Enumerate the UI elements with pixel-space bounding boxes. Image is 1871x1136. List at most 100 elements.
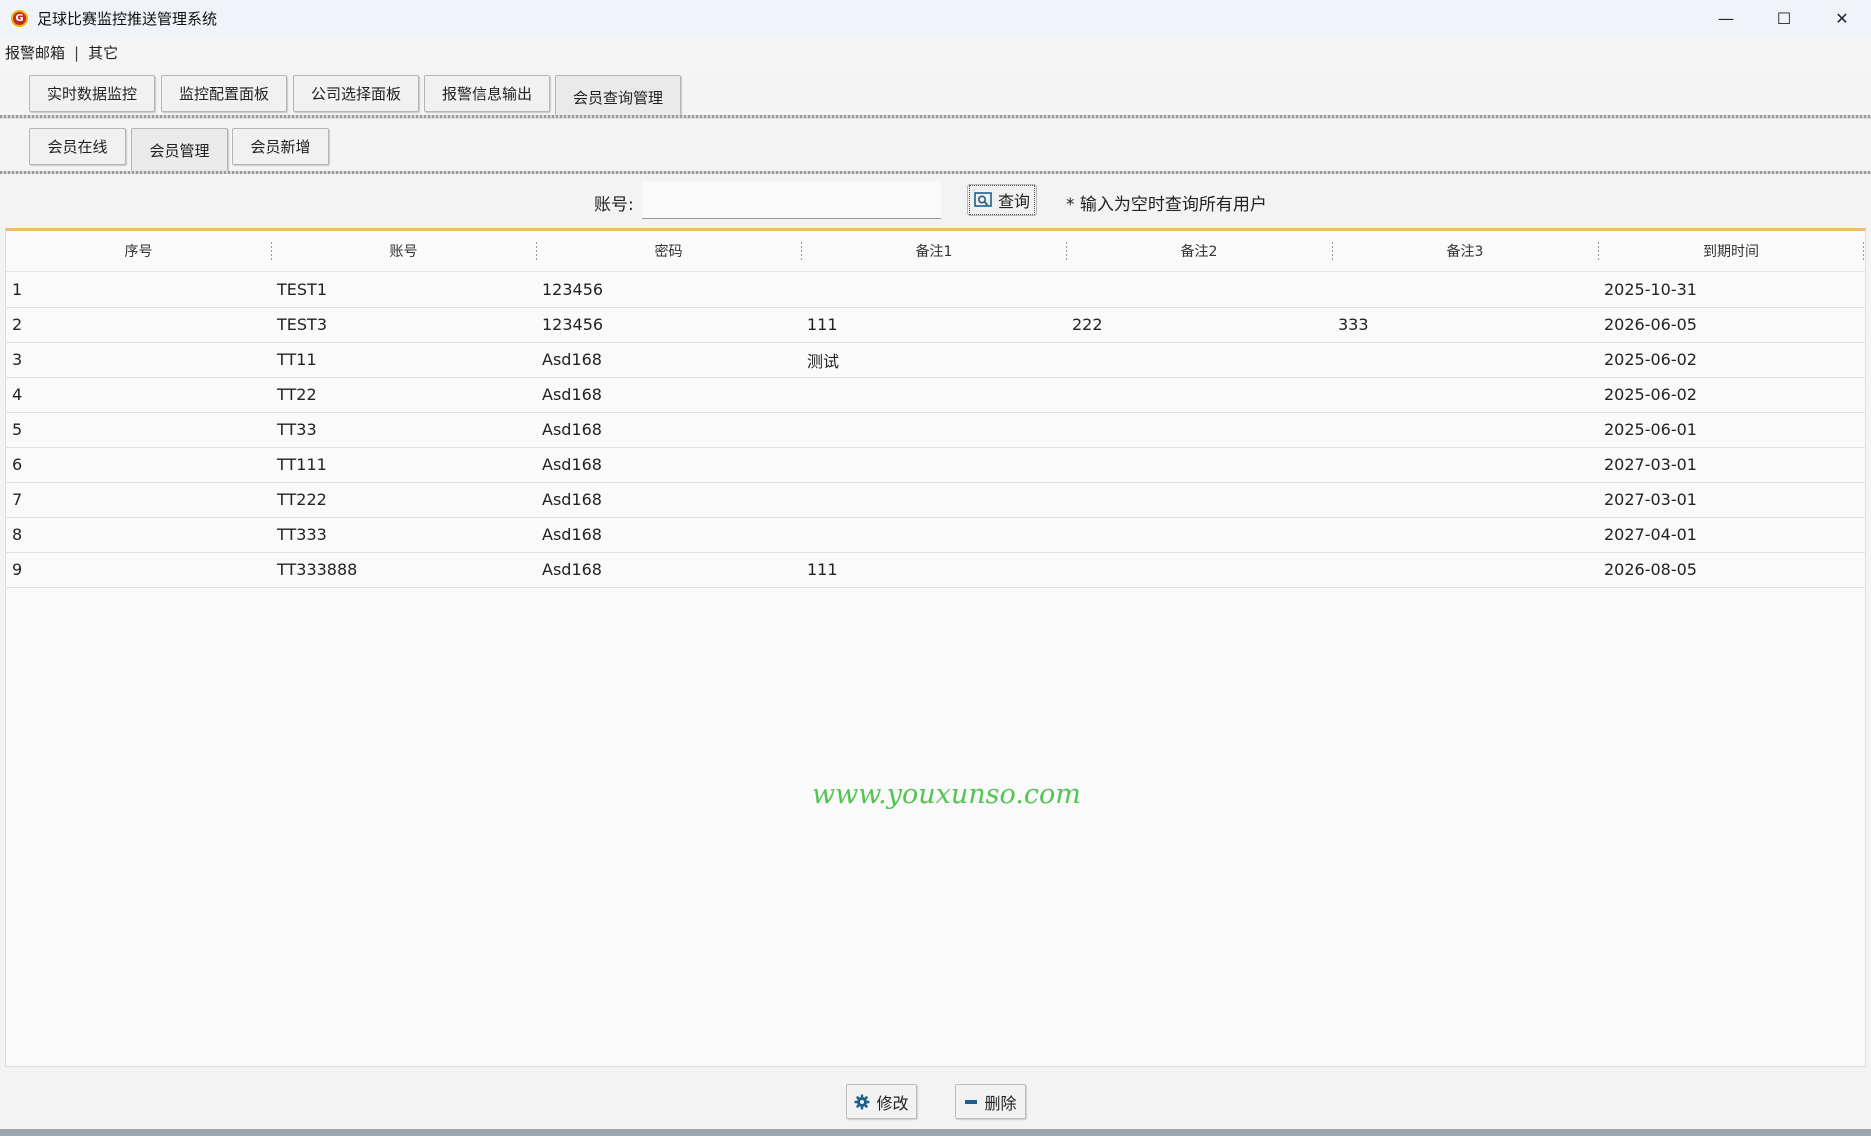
cell-remark2[interactable] <box>1066 517 1332 552</box>
table-row[interactable]: 2 TEST3 123456 111 222 333 2026-06-05 <box>6 307 1865 343</box>
delete-button[interactable]: 删除 <box>955 1084 1026 1119</box>
cell-remark3[interactable] <box>1332 552 1598 587</box>
col-header-expiry[interactable]: 到期时间 <box>1598 231 1864 271</box>
cell-index[interactable]: 2 <box>6 307 271 342</box>
cell-remark1[interactable] <box>801 412 1066 447</box>
cell-index[interactable]: 4 <box>6 377 271 412</box>
cell-remark1[interactable] <box>801 377 1066 412</box>
cell-expiry[interactable]: 2027-03-01 <box>1598 482 1864 517</box>
cell-account[interactable]: TEST1 <box>271 272 536 307</box>
search-row: 账号: 查询 * 输入为空时查询所有用户 <box>0 178 1871 226</box>
cell-expiry[interactable]: 2025-06-02 <box>1598 342 1864 377</box>
col-header-index[interactable]: 序号 <box>6 231 271 271</box>
cell-remark3[interactable] <box>1332 412 1598 447</box>
col-header-account[interactable]: 账号 <box>271 231 536 271</box>
col-header-password[interactable]: 密码 <box>536 231 801 271</box>
table-row[interactable]: 1 TEST1 123456 2025-10-31 <box>6 272 1865 308</box>
cell-remark3[interactable]: 333 <box>1332 307 1598 342</box>
cell-remark1[interactable]: 111 <box>801 307 1066 342</box>
table-row[interactable]: 9 TT333888 Asd168 111 2026-08-05 <box>6 552 1865 588</box>
cell-remark2[interactable] <box>1066 447 1332 482</box>
edit-button[interactable]: 修改 <box>846 1084 917 1119</box>
cell-remark3[interactable] <box>1332 482 1598 517</box>
cell-password[interactable]: Asd168 <box>536 342 801 377</box>
query-button[interactable]: 查询 <box>967 184 1037 216</box>
table-row[interactable]: 7 TT222 Asd168 2027-03-01 <box>6 482 1865 518</box>
table-row[interactable]: 6 TT111 Asd168 2027-03-01 <box>6 447 1865 483</box>
cell-remark2[interactable] <box>1066 272 1332 307</box>
cell-remark3[interactable] <box>1332 377 1598 412</box>
cell-remark2[interactable] <box>1066 377 1332 412</box>
cell-expiry[interactable]: 2025-06-01 <box>1598 412 1864 447</box>
cell-remark3[interactable] <box>1332 447 1598 482</box>
cell-password[interactable]: Asd168 <box>536 447 801 482</box>
cell-account[interactable]: TT11 <box>271 342 536 377</box>
cell-password[interactable]: Asd168 <box>536 517 801 552</box>
cell-remark1[interactable] <box>801 517 1066 552</box>
tab-member-query[interactable]: 会员查询管理 <box>555 75 681 119</box>
taskbar-strip <box>0 1129 1871 1136</box>
account-search-input[interactable] <box>642 181 941 219</box>
cell-account[interactable]: TT333888 <box>271 552 536 587</box>
minimize-icon[interactable]: — <box>1697 0 1755 37</box>
cell-remark2[interactable] <box>1066 482 1332 517</box>
col-header-remark2[interactable]: 备注2 <box>1066 231 1332 271</box>
table-row[interactable]: 8 TT333 Asd168 2027-04-01 <box>6 517 1865 553</box>
cell-index[interactable]: 3 <box>6 342 271 377</box>
col-header-remark1[interactable]: 备注1 <box>801 231 1067 271</box>
cell-remark1[interactable] <box>801 447 1066 482</box>
cell-index[interactable]: 7 <box>6 482 271 517</box>
cell-password[interactable]: 123456 <box>536 272 801 307</box>
cell-remark1[interactable]: 测试 <box>801 342 1066 377</box>
cell-remark3[interactable] <box>1332 272 1598 307</box>
cell-remark1[interactable]: 111 <box>801 552 1066 587</box>
cell-expiry[interactable]: 2027-03-01 <box>1598 447 1864 482</box>
cell-password[interactable]: Asd168 <box>536 552 801 587</box>
cell-password[interactable]: Asd168 <box>536 412 801 447</box>
cell-expiry[interactable]: 2025-06-02 <box>1598 377 1864 412</box>
cell-expiry[interactable]: 2026-08-05 <box>1598 552 1864 587</box>
cell-index[interactable]: 1 <box>6 272 271 307</box>
tab-company-select[interactable]: 公司选择面板 <box>293 75 419 112</box>
cell-password[interactable]: 123456 <box>536 307 801 342</box>
maximize-icon[interactable]: ☐ <box>1755 0 1813 37</box>
cell-remark2[interactable] <box>1066 342 1332 377</box>
cell-remark1[interactable] <box>801 272 1066 307</box>
tab-member-manage[interactable]: 会员管理 <box>131 128 228 172</box>
cell-expiry[interactable]: 2026-06-05 <box>1598 307 1864 342</box>
cell-account[interactable]: TT22 <box>271 377 536 412</box>
col-separator[interactable] <box>1863 242 1864 260</box>
table-row[interactable]: 4 TT22 Asd168 2025-06-02 <box>6 377 1865 413</box>
cell-account[interactable]: TEST3 <box>271 307 536 342</box>
cell-password[interactable]: Asd168 <box>536 377 801 412</box>
menu-alert-mailbox[interactable]: 报警邮箱 <box>0 42 70 63</box>
cell-account[interactable]: TT333 <box>271 517 536 552</box>
tab-realtime-monitor[interactable]: 实时数据监控 <box>29 75 155 112</box>
cell-account[interactable]: TT111 <box>271 447 536 482</box>
cell-index[interactable]: 8 <box>6 517 271 552</box>
cell-remark3[interactable] <box>1332 342 1598 377</box>
tab-member-add[interactable]: 会员新增 <box>232 128 329 165</box>
cell-remark3[interactable] <box>1332 517 1598 552</box>
cell-account[interactable]: TT222 <box>271 482 536 517</box>
col-header-remark3[interactable]: 备注3 <box>1332 231 1598 271</box>
cell-account[interactable]: TT33 <box>271 412 536 447</box>
close-icon[interactable]: ✕ <box>1813 0 1871 37</box>
cell-index[interactable]: 6 <box>6 447 271 482</box>
cell-remark2[interactable] <box>1066 552 1332 587</box>
cell-expiry[interactable]: 2027-04-01 <box>1598 517 1864 552</box>
table-row[interactable]: 5 TT33 Asd168 2025-06-01 <box>6 412 1865 448</box>
tab-monitor-config[interactable]: 监控配置面板 <box>161 75 287 112</box>
cell-remark1[interactable] <box>801 482 1066 517</box>
menu-other[interactable]: 其它 <box>83 42 123 63</box>
cell-index[interactable]: 5 <box>6 412 271 447</box>
cell-password[interactable]: Asd168 <box>536 482 801 517</box>
cell-index[interactable]: 9 <box>6 552 271 587</box>
menu-separator: | <box>74 43 80 62</box>
tab-member-online[interactable]: 会员在线 <box>29 128 126 165</box>
tab-alert-output[interactable]: 报警信息输出 <box>424 75 550 112</box>
cell-remark2[interactable]: 222 <box>1066 307 1332 342</box>
table-row[interactable]: 3 TT11 Asd168 测试 2025-06-02 <box>6 342 1865 378</box>
cell-expiry[interactable]: 2025-10-31 <box>1598 272 1864 307</box>
cell-remark2[interactable] <box>1066 412 1332 447</box>
